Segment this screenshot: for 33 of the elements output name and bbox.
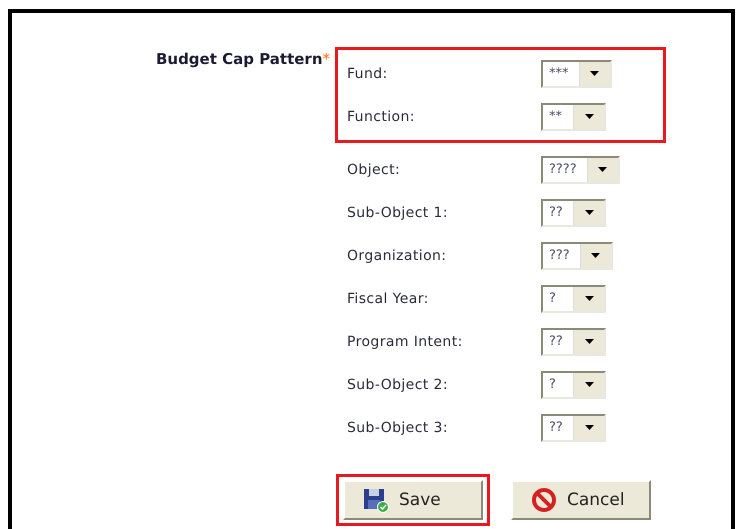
save-button[interactable]: Save — [343, 480, 483, 520]
dropdown-field[interactable]: ** — [541, 102, 606, 130]
caret-icon — [584, 296, 594, 301]
caret-icon — [584, 114, 594, 119]
no-entry-icon — [531, 487, 557, 513]
dropdown-field[interactable]: ?? — [541, 414, 606, 442]
field-label: Fund: — [347, 66, 389, 82]
dropdown-field[interactable]: ?? — [541, 198, 606, 226]
field-label: Sub-Object 2: — [347, 376, 449, 392]
caret-icon — [584, 210, 594, 215]
caret-icon — [584, 425, 594, 430]
cancel-button[interactable]: Cancel — [511, 480, 651, 520]
dropdown-field[interactable]: ???? — [541, 156, 620, 184]
field-label: Organization: — [347, 248, 448, 264]
caret-icon — [584, 382, 594, 387]
caret-icon — [591, 253, 600, 258]
dropdown-field[interactable]: ?? — [541, 328, 606, 356]
required-mark: * — [322, 50, 330, 68]
field-label: Fiscal Year: — [347, 290, 430, 306]
field-label: Object: — [347, 162, 402, 178]
dropdown-field[interactable]: ??? — [541, 242, 613, 270]
field-label: Program Intent: — [347, 334, 464, 350]
caret-icon — [598, 167, 608, 172]
field-label: Sub-Object 3: — [347, 420, 449, 436]
dropdown-field[interactable]: ? — [541, 284, 606, 312]
section-title: Budget Cap Pattern — [156, 50, 322, 68]
dropdown-field[interactable]: *** — [541, 60, 612, 88]
field-label: Function: — [347, 108, 416, 124]
caret-icon — [590, 71, 599, 76]
disk-check-icon — [363, 487, 389, 513]
field-label: Sub-Object 1: — [347, 204, 449, 220]
caret-icon — [584, 339, 594, 344]
dropdown-field[interactable]: ? — [541, 370, 606, 398]
